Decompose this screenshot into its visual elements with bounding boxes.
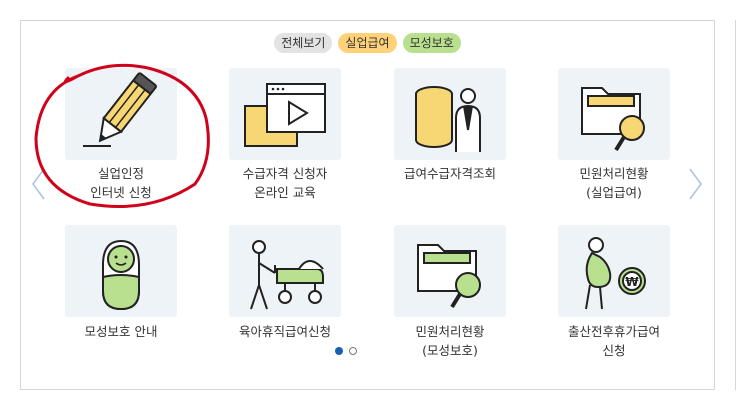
filter-maternity-chip[interactable]: 모성보호 bbox=[402, 33, 461, 53]
service-tile-parental-leave[interactable] bbox=[229, 225, 341, 317]
service-tile-maternity-leave[interactable]: ₩ bbox=[558, 225, 670, 317]
service-tile-eligibility-check[interactable] bbox=[394, 68, 506, 160]
service-tile-complaint-unemployment[interactable] bbox=[558, 68, 670, 160]
video-play-icon bbox=[244, 83, 326, 147]
folder-search-icon bbox=[417, 244, 481, 309]
service-tile-online-education[interactable] bbox=[229, 68, 341, 160]
page-dot[interactable] bbox=[349, 347, 357, 355]
service-label[interactable]: 민원처리현황 (모성보호) bbox=[375, 322, 525, 360]
service-tile-maternity-info[interactable] bbox=[65, 225, 177, 317]
filter-chips: 전체보기 실업급여 모성보호 bbox=[21, 33, 714, 53]
pagination-dots bbox=[332, 347, 360, 355]
next-panel-edge bbox=[735, 20, 743, 390]
service-label[interactable]: 급여수급자격조회 bbox=[375, 164, 525, 183]
service-label[interactable]: 출산전후휴가급여 신청 bbox=[539, 322, 689, 360]
service-label[interactable]: 민원처리현황 (실업급여) bbox=[539, 164, 689, 202]
pregnant-coin-icon: ₩ bbox=[585, 237, 646, 310]
filter-unemployment-chip[interactable]: 실업급여 bbox=[338, 33, 397, 53]
next-arrow-icon[interactable] bbox=[688, 167, 704, 201]
folder-search-icon bbox=[581, 87, 645, 152]
service-label[interactable]: 모성보호 안내 bbox=[46, 322, 196, 341]
filter-all-chip[interactable]: 전체보기 bbox=[274, 33, 333, 53]
service-label[interactable]: 육아휴직급여신청 bbox=[210, 322, 360, 341]
stroller-icon bbox=[250, 240, 324, 310]
service-tile-complaint-maternity[interactable] bbox=[394, 225, 506, 317]
page-dot-active[interactable] bbox=[335, 347, 343, 355]
svg-text:₩: ₩ bbox=[625, 275, 639, 289]
database-person-icon bbox=[415, 86, 481, 152]
baby-icon bbox=[102, 239, 140, 311]
red-annotation-circle bbox=[34, 63, 210, 208]
service-label[interactable]: 수급자격 신청자 온라인 교육 bbox=[210, 164, 360, 202]
